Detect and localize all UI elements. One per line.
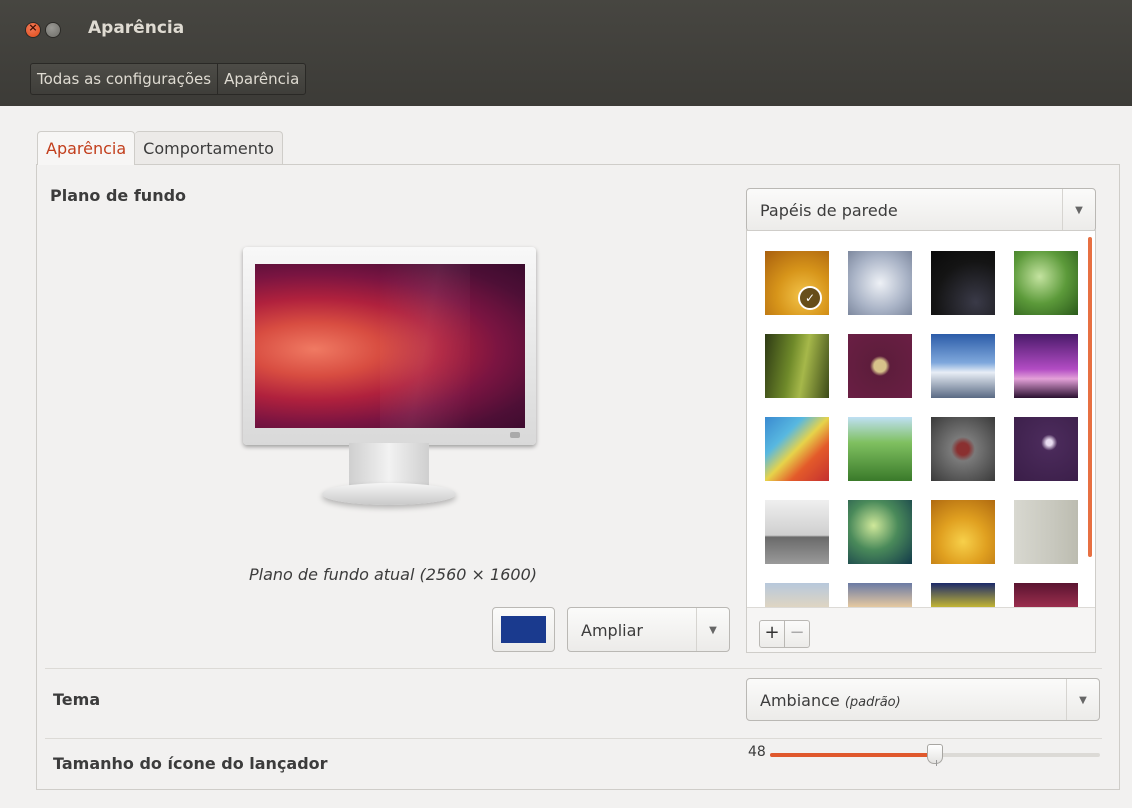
color-swatch xyxy=(501,616,546,643)
theme-label: Tema xyxy=(53,690,101,709)
wallpaper-thumbnail[interactable] xyxy=(848,251,912,315)
wallpaper-thumbnail[interactable]: ✓ xyxy=(765,251,829,315)
wallpaper-thumbnail[interactable] xyxy=(765,583,829,609)
breadcrumb-appearance[interactable]: Aparência xyxy=(217,64,305,94)
zoom-mode-dropdown[interactable]: Ampliar ▼ xyxy=(567,607,730,652)
wallpaper-thumbnail[interactable] xyxy=(931,417,995,481)
chevron-down-icon: ▼ xyxy=(1066,679,1099,720)
wallpaper-thumbnail[interactable] xyxy=(765,334,829,398)
gallery-footer: + − xyxy=(747,607,1095,652)
wallpaper-thumbnail[interactable] xyxy=(848,334,912,398)
breadcrumb-all-settings[interactable]: Todas as configurações xyxy=(31,64,217,94)
divider xyxy=(45,738,1102,739)
theme-default-note: (padrão) xyxy=(844,695,901,710)
wallpaper-thumbnail[interactable] xyxy=(931,251,995,315)
wallpaper-thumbnail[interactable] xyxy=(848,417,912,481)
current-background-caption: Plano de fundo atual (2560 × 1600) xyxy=(249,565,537,584)
add-remove-buttons: + − xyxy=(759,620,810,648)
wallpaper-thumbnail[interactable] xyxy=(765,417,829,481)
gallery-scrollbar[interactable] xyxy=(1088,237,1092,557)
slider-tick xyxy=(936,760,937,766)
theme-value: Ambiance (padrão) xyxy=(760,691,901,710)
breadcrumb: Todas as configurações Aparência xyxy=(30,63,307,95)
launcher-icon-size-label: Tamanho do ícone do lançador xyxy=(53,754,328,773)
wallpaper-thumbnail[interactable] xyxy=(931,500,995,564)
wallpaper-thumbnail[interactable] xyxy=(931,583,995,609)
wallpaper-thumbnail[interactable] xyxy=(848,583,912,609)
background-section-label: Plano de fundo xyxy=(50,186,187,205)
wallpaper-gallery: ✓ + − xyxy=(746,230,1096,653)
wallpaper-thumbnail[interactable] xyxy=(1014,417,1078,481)
monitor-preview xyxy=(243,247,536,445)
wallpaper-source-dropdown[interactable]: Papéis de parede ▼ xyxy=(746,188,1096,232)
wallpaper-thumbnail[interactable] xyxy=(848,500,912,564)
remove-wallpaper-button[interactable]: − xyxy=(784,621,809,647)
slider-handle[interactable] xyxy=(927,744,943,764)
theme-dropdown[interactable]: Ambiance (padrão) ▼ xyxy=(746,678,1100,721)
wallpaper-preview xyxy=(255,264,525,428)
window-title: Aparência xyxy=(88,18,185,38)
chevron-down-icon: ▼ xyxy=(1062,189,1095,231)
tab-appearance[interactable]: Aparência xyxy=(37,131,136,165)
wallpaper-thumbnail[interactable] xyxy=(1014,500,1078,564)
tab-bar: Aparência Comportamento xyxy=(37,131,283,165)
zoom-mode-value: Ampliar xyxy=(581,621,643,640)
monitor-led xyxy=(510,432,520,438)
wallpaper-thumbnail[interactable] xyxy=(1014,334,1078,398)
selected-check-icon: ✓ xyxy=(798,286,822,310)
close-icon: × xyxy=(28,21,38,34)
monitor-base xyxy=(322,483,456,505)
wallpaper-thumbnail[interactable] xyxy=(765,500,829,564)
chevron-down-icon: ▼ xyxy=(696,608,729,651)
add-wallpaper-button[interactable]: + xyxy=(760,621,784,647)
slider-fill xyxy=(770,753,935,757)
launcher-icon-size-value: 48 xyxy=(748,744,766,760)
wallpaper-thumbnail[interactable] xyxy=(931,334,995,398)
wallpaper-thumbnail[interactable] xyxy=(1014,251,1078,315)
minimize-button[interactable] xyxy=(46,23,60,37)
tab-behavior[interactable]: Comportamento xyxy=(135,131,283,165)
launcher-icon-size-slider[interactable] xyxy=(770,744,1100,764)
divider xyxy=(45,668,1102,669)
color-picker-button[interactable] xyxy=(492,607,555,652)
close-button[interactable]: × xyxy=(26,21,40,37)
title-bar: × Aparência Todas as configurações Aparê… xyxy=(0,0,1132,106)
wallpaper-source-value: Papéis de parede xyxy=(760,201,898,220)
wallpaper-thumbnail[interactable] xyxy=(1014,583,1078,609)
